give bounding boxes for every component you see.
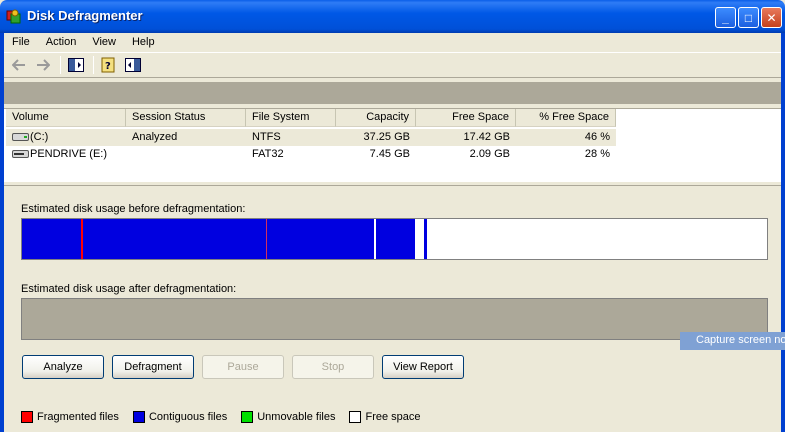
column-session-status[interactable]: Session Status: [126, 109, 246, 127]
disk-defragmenter-app-icon: [6, 9, 21, 24]
legend-label: Fragmented files: [37, 411, 119, 423]
window-title: Disk Defragmenter: [27, 8, 143, 23]
show-hide-action-pane-icon: [125, 58, 141, 72]
pause-button[interactable]: Pause: [202, 355, 284, 379]
table-row[interactable]: (C:) Analyzed NTFS 37.25 GB 17.42 GB 46 …: [6, 129, 616, 146]
free-space-segment: [416, 219, 418, 259]
capacity-cell: 37.25 GB: [363, 131, 410, 143]
capacity-cell: 7.45 GB: [369, 148, 410, 160]
title-bar: Disk Defragmenter _ □ ✕: [0, 0, 785, 33]
pct-free-space-cell: 28 %: [584, 148, 610, 160]
legend-label: Free space: [365, 411, 421, 423]
free-space-segment: [374, 219, 376, 259]
free-space-cell: 2.09 GB: [469, 148, 510, 160]
menu-file[interactable]: File: [4, 33, 38, 52]
menu-help[interactable]: Help: [124, 33, 163, 52]
volume-name: PENDRIVE (E:): [30, 148, 108, 160]
help-icon: ?: [101, 57, 115, 73]
menu-bar: File Action View Help: [4, 33, 781, 52]
column-capacity[interactable]: Capacity: [336, 109, 416, 127]
hard-drive-icon: [12, 133, 29, 141]
table-row[interactable]: PENDRIVE (E:) FAT32 7.45 GB 2.09 GB 28 %: [6, 146, 616, 163]
volume-name: (C:): [30, 131, 49, 143]
show-hide-console-tree-button[interactable]: [65, 55, 87, 75]
fragmented-swatch: [21, 411, 33, 423]
menu-action[interactable]: Action: [38, 33, 85, 52]
pct-free-space-cell: 46 %: [584, 131, 610, 143]
legend-contiguous: Contiguous files: [132, 411, 228, 423]
contiguous-swatch: [132, 411, 145, 423]
back-button[interactable]: [8, 55, 30, 75]
volume-list: Volume Session Status File System Capaci…: [4, 108, 781, 182]
toolbar: ?: [4, 52, 781, 78]
close-button[interactable]: ✕: [761, 7, 782, 28]
show-hide-console-tree-icon: [68, 58, 84, 72]
toolbar-separator: [60, 56, 61, 74]
view-report-button[interactable]: View Report: [382, 355, 464, 379]
toolbar-separator: [93, 56, 94, 74]
legend-fragmented: Fragmented files: [21, 411, 119, 423]
svg-text:?: ?: [105, 61, 111, 72]
menu-view[interactable]: View: [84, 33, 124, 52]
list-header: Volume Session Status File System Capaci…: [6, 109, 616, 127]
after-defrag-bar: [21, 298, 768, 340]
help-button[interactable]: ?: [98, 55, 120, 75]
legend-unmovable: Unmovable files: [241, 411, 335, 423]
stop-button[interactable]: Stop: [292, 355, 374, 379]
capture-screen-overlay[interactable]: Capture screen no: [680, 332, 785, 350]
maximize-button[interactable]: □: [738, 7, 759, 28]
legend-label: Contiguous files: [148, 411, 228, 423]
after-defrag-label: Estimated disk usage after defragmentati…: [21, 283, 237, 295]
before-defrag-bar: [21, 218, 768, 260]
header-band: [4, 82, 781, 104]
unmovable-swatch: [241, 411, 254, 423]
volume-cell: (C:): [6, 129, 126, 146]
free-space-cell: 17.42 GB: [463, 131, 510, 143]
forward-button[interactable]: [32, 55, 54, 75]
legend-label: Unmovable files: [257, 411, 336, 423]
volume-cell: PENDRIVE (E:): [6, 146, 126, 163]
show-hide-action-pane-button[interactable]: [122, 55, 144, 75]
file-system-cell: FAT32: [252, 148, 284, 160]
column-file-system[interactable]: File System: [246, 109, 336, 127]
forward-arrow-icon: [37, 59, 50, 71]
fragmented-files-segment: [266, 219, 267, 259]
contiguous-files-segment: [424, 219, 427, 259]
analyze-button[interactable]: Analyze: [22, 355, 104, 379]
file-system-cell: NTFS: [252, 131, 281, 143]
column-pct-free-space[interactable]: % Free Space: [516, 109, 616, 127]
removable-drive-icon: [12, 150, 29, 158]
window-frame-right: [781, 33, 785, 432]
fragmented-files-segment: [81, 219, 83, 259]
session-status-cell: [126, 146, 246, 163]
column-volume[interactable]: Volume: [6, 109, 126, 127]
column-free-space[interactable]: Free Space: [416, 109, 516, 127]
legend: Fragmented files Contiguous files Unmova…: [21, 411, 435, 423]
analysis-pane: Estimated disk usage before defragmentat…: [4, 186, 781, 432]
before-defrag-label: Estimated disk usage before defragmentat…: [21, 203, 246, 215]
session-status-cell: Analyzed: [132, 131, 178, 143]
free-space-swatch: [349, 411, 362, 423]
minimize-button[interactable]: _: [715, 7, 736, 28]
back-arrow-icon: [12, 59, 25, 71]
defragment-button[interactable]: Defragment: [112, 355, 194, 379]
legend-free-space: Free space: [349, 411, 421, 423]
